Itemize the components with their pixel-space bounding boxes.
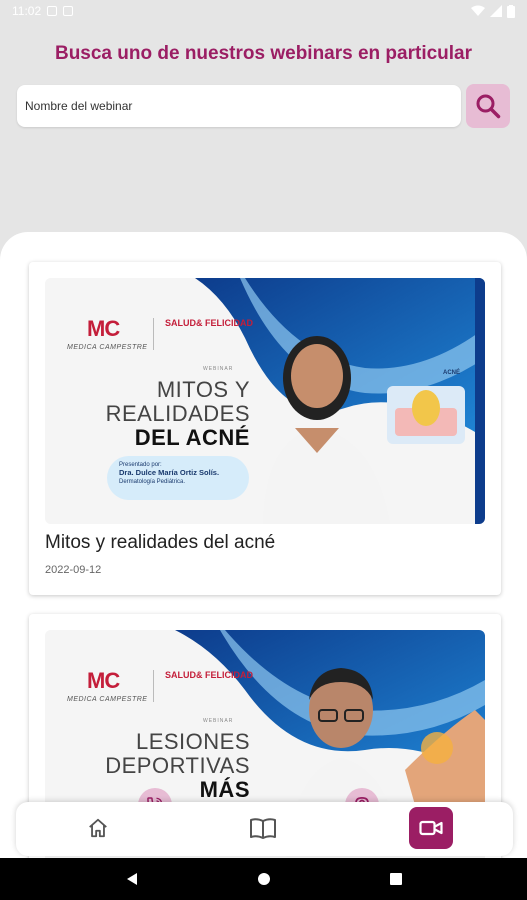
partner-logo: SALUD& FELICIDAD bbox=[165, 670, 253, 680]
book-icon bbox=[250, 818, 276, 839]
wifi-icon bbox=[471, 5, 485, 16]
nav-library[interactable] bbox=[248, 814, 278, 842]
headline-line-2: DEPORTIVAS bbox=[105, 753, 250, 778]
presenter-name: Dra. Dulce María Ortiz Solís. bbox=[119, 468, 220, 477]
topic-label: ACNÉ bbox=[443, 370, 461, 376]
nav-home[interactable] bbox=[84, 814, 112, 842]
webinar-tag: WEBINAR bbox=[203, 366, 234, 372]
video-icon bbox=[419, 820, 443, 836]
webinar-tag: WEBINAR bbox=[203, 718, 234, 724]
headline-line-1: LESIONES bbox=[135, 729, 250, 754]
recents-icon[interactable] bbox=[389, 872, 403, 886]
brand-logo: MC bbox=[87, 668, 120, 693]
webinar-date: 2022-09-12 bbox=[45, 564, 102, 576]
logo-divider bbox=[153, 318, 154, 350]
banner-headline: MITOS Y REALIDADES DEL ACNÉ bbox=[106, 378, 250, 450]
battery-icon bbox=[507, 4, 515, 18]
headline-line-1: MITOS Y bbox=[156, 377, 250, 402]
notification-icon bbox=[47, 6, 58, 16]
status-bar: 11:02 bbox=[0, 0, 527, 22]
webinar-title: Mitos y realidades del acné bbox=[45, 532, 276, 553]
presenter-badge: Presentado por: Dra. Dulce María Ortiz S… bbox=[107, 456, 249, 500]
nav-webinars[interactable] bbox=[409, 807, 453, 849]
headline-strong: DEL ACNÉ bbox=[134, 425, 250, 450]
headline-line-2: REALIDADES bbox=[105, 401, 250, 426]
brand-logo: MC bbox=[87, 316, 120, 341]
search-input[interactable] bbox=[17, 85, 461, 127]
logo-divider bbox=[153, 670, 154, 702]
page-title: Busca uno de nuestros webinars en partic… bbox=[54, 43, 473, 64]
partner-logo: SALUD& FELICIDAD bbox=[165, 318, 253, 328]
status-time: 11:02 bbox=[12, 4, 42, 18]
brand-subtitle: MEDICA CAMPESTRE bbox=[67, 696, 148, 703]
sd-card-icon bbox=[63, 6, 74, 16]
signal-icon bbox=[490, 5, 502, 17]
system-nav-bar bbox=[0, 858, 527, 900]
webinar-card[interactable]: MC MEDICA CAMPESTRE SALUD& FELICIDAD WEB… bbox=[29, 262, 501, 595]
home-icon bbox=[89, 818, 107, 838]
back-icon[interactable] bbox=[125, 872, 139, 886]
webinar-banner: MC MEDICA CAMPESTRE SALUD& FELICIDAD WEB… bbox=[45, 278, 485, 524]
brand-subtitle: MEDICA CAMPESTRE bbox=[67, 344, 148, 351]
webinar-list: MC MEDICA CAMPESTRE SALUD& FELICIDAD WEB… bbox=[0, 232, 527, 872]
search-icon bbox=[476, 94, 501, 119]
presenter-role: Dermatología Pediátrica. bbox=[119, 479, 186, 485]
home-system-icon[interactable] bbox=[257, 872, 271, 886]
search-button[interactable] bbox=[466, 84, 510, 128]
